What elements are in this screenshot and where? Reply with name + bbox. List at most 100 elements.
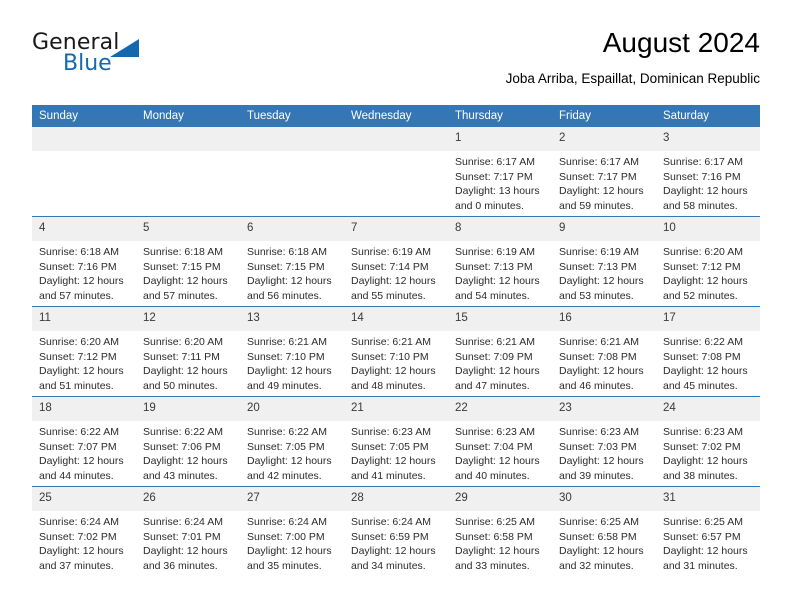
day-sun-info: Sunrise: 6:23 AM Sunset: 7:02 PM Daylight:… bbox=[656, 421, 760, 483]
calendar-day-cell[interactable]: 7 Sunrise: 6:19 AM Sunset: 7:14 PM Daylight… bbox=[344, 216, 448, 307]
sunrise-text: Sunrise: 6:21 AM bbox=[455, 336, 535, 348]
day-number: 25 bbox=[32, 487, 136, 511]
day-number: 22 bbox=[448, 397, 552, 421]
logo-text-blue: Blue bbox=[63, 51, 112, 76]
calendar-day-cell[interactable]: 8 Sunrise: 6:19 AM Sunset: 7:13 PM Daylight… bbox=[448, 216, 552, 307]
sunset-text: Sunset: 7:13 PM bbox=[455, 260, 533, 273]
day-sun-info: Sunrise: 6:20 AM Sunset: 7:11 PM Daylight:… bbox=[136, 331, 240, 393]
day-number: 24 bbox=[656, 397, 760, 421]
calendar-day-cell-empty bbox=[32, 127, 136, 217]
sunset-text: Sunset: 7:14 PM bbox=[351, 260, 429, 273]
day-number: 18 bbox=[32, 397, 136, 421]
day-number: 9 bbox=[552, 217, 656, 241]
day-number: 14 bbox=[344, 307, 448, 331]
calendar-day-cell[interactable]: 11 Sunrise: 6:20 AM Sunset: 7:12 PM Dayligh… bbox=[32, 306, 136, 397]
day-sun-info: Sunrise: 6:22 AM Sunset: 7:06 PM Daylight:… bbox=[136, 421, 240, 483]
calendar-week-row: 25 Sunrise: 6:24 AM Sunset: 7:02 PM Dayligh… bbox=[32, 486, 760, 576]
calendar-day-cell[interactable]: 21 Sunrise: 6:23 AM Sunset: 7:05 PM Dayligh… bbox=[344, 396, 448, 487]
calendar-day-cell[interactable]: 17 Sunrise: 6:22 AM Sunset: 7:08 PM Dayligh… bbox=[656, 306, 760, 397]
daylight-text: Daylight: 12 hours and 54 minutes. bbox=[455, 275, 540, 302]
day-sun-info: Sunrise: 6:24 AM Sunset: 6:59 PM Daylight:… bbox=[344, 511, 448, 573]
calendar-day-cell[interactable]: 31 Sunrise: 6:25 AM Sunset: 6:57 PM Dayligh… bbox=[656, 486, 760, 576]
daylight-text: Daylight: 12 hours and 40 minutes. bbox=[455, 455, 540, 482]
calendar-day-cell[interactable]: 16 Sunrise: 6:21 AM Sunset: 7:08 PM Dayligh… bbox=[552, 306, 656, 397]
calendar-day-cell[interactable]: 27 Sunrise: 6:24 AM Sunset: 7:00 PM Dayligh… bbox=[240, 486, 344, 576]
day-sun-info: Sunrise: 6:20 AM Sunset: 7:12 PM Daylight:… bbox=[656, 241, 760, 303]
page-title: August 2024 bbox=[602, 27, 760, 58]
day-sun-info: Sunrise: 6:17 AM Sunset: 7:16 PM Daylight:… bbox=[656, 151, 760, 213]
daylight-text: Daylight: 12 hours and 43 minutes. bbox=[143, 455, 228, 482]
sunrise-text: Sunrise: 6:23 AM bbox=[559, 426, 639, 438]
calendar-day-cell[interactable]: 19 Sunrise: 6:22 AM Sunset: 7:06 PM Dayligh… bbox=[136, 396, 240, 487]
calendar-day-cell[interactable]: 25 Sunrise: 6:24 AM Sunset: 7:02 PM Dayligh… bbox=[32, 486, 136, 576]
calendar-day-cell[interactable]: 20 Sunrise: 6:22 AM Sunset: 7:05 PM Dayligh… bbox=[240, 396, 344, 487]
calendar-day-cell[interactable]: 24 Sunrise: 6:23 AM Sunset: 7:02 PM Dayligh… bbox=[656, 396, 760, 487]
calendar-day-cell[interactable]: 28 Sunrise: 6:24 AM Sunset: 6:59 PM Dayligh… bbox=[344, 486, 448, 576]
sunset-text: Sunset: 7:16 PM bbox=[39, 260, 117, 273]
sunset-text: Sunset: 7:02 PM bbox=[663, 440, 741, 453]
daylight-text: Daylight: 12 hours and 32 minutes. bbox=[559, 545, 644, 572]
day-sun-info: Sunrise: 6:21 AM Sunset: 7:10 PM Daylight:… bbox=[240, 331, 344, 393]
sunrise-text: Sunrise: 6:21 AM bbox=[559, 336, 639, 348]
sunset-text: Sunset: 7:04 PM bbox=[455, 440, 533, 453]
daylight-text: Daylight: 12 hours and 49 minutes. bbox=[247, 365, 332, 392]
daylight-text: Daylight: 12 hours and 51 minutes. bbox=[39, 365, 124, 392]
day-number: 28 bbox=[344, 487, 448, 511]
sunset-text: Sunset: 7:05 PM bbox=[247, 440, 325, 453]
calendar-day-cell[interactable]: 10 Sunrise: 6:20 AM Sunset: 7:12 PM Dayligh… bbox=[656, 216, 760, 307]
calendar-header-row: Sunday Monday Tuesday Wednesday Thursday… bbox=[32, 105, 760, 127]
sunrise-text: Sunrise: 6:22 AM bbox=[143, 426, 223, 438]
day-number bbox=[344, 127, 448, 151]
day-number: 11 bbox=[32, 307, 136, 331]
calendar-day-cell[interactable]: 26 Sunrise: 6:24 AM Sunset: 7:01 PM Dayligh… bbox=[136, 486, 240, 576]
calendar-day-cell[interactable]: 13 Sunrise: 6:21 AM Sunset: 7:10 PM Dayligh… bbox=[240, 306, 344, 397]
calendar-day-cell[interactable]: 2 Sunrise: 6:17 AM Sunset: 7:17 PM Daylight… bbox=[552, 127, 656, 217]
sunrise-text: Sunrise: 6:17 AM bbox=[559, 156, 639, 168]
day-sun-info: Sunrise: 6:17 AM Sunset: 7:17 PM Daylight:… bbox=[448, 151, 552, 213]
calendar-day-cell[interactable]: 4 Sunrise: 6:18 AM Sunset: 7:16 PM Daylight… bbox=[32, 216, 136, 307]
sunrise-text: Sunrise: 6:18 AM bbox=[247, 246, 327, 258]
sunset-text: Sunset: 7:00 PM bbox=[247, 530, 325, 543]
sunrise-text: Sunrise: 6:24 AM bbox=[351, 516, 431, 528]
day-sun-info: Sunrise: 6:23 AM Sunset: 7:03 PM Daylight:… bbox=[552, 421, 656, 483]
day-sun-info: Sunrise: 6:18 AM Sunset: 7:15 PM Daylight:… bbox=[136, 241, 240, 303]
daylight-text: Daylight: 12 hours and 50 minutes. bbox=[143, 365, 228, 392]
daylight-text: Daylight: 12 hours and 55 minutes. bbox=[351, 275, 436, 302]
calendar-day-cell[interactable]: 30 Sunrise: 6:25 AM Sunset: 6:58 PM Dayligh… bbox=[552, 486, 656, 576]
day-number: 12 bbox=[136, 307, 240, 331]
weekday-header-wednesday: Wednesday bbox=[344, 105, 448, 127]
title-block: August 2024 Joba Arriba, Espaillat, Domi… bbox=[506, 26, 760, 88]
calendar-day-cell[interactable]: 15 Sunrise: 6:21 AM Sunset: 7:09 PM Dayligh… bbox=[448, 306, 552, 397]
daylight-text: Daylight: 12 hours and 45 minutes. bbox=[663, 365, 748, 392]
sunrise-text: Sunrise: 6:18 AM bbox=[39, 246, 119, 258]
daylight-text: Daylight: 12 hours and 39 minutes. bbox=[559, 455, 644, 482]
sunrise-text: Sunrise: 6:18 AM bbox=[143, 246, 223, 258]
calendar-week-row: 18 Sunrise: 6:22 AM Sunset: 7:07 PM Dayligh… bbox=[32, 396, 760, 487]
daylight-text: Daylight: 12 hours and 59 minutes. bbox=[559, 185, 644, 212]
daylight-text: Daylight: 12 hours and 47 minutes. bbox=[455, 365, 540, 392]
calendar-day-cell[interactable]: 5 Sunrise: 6:18 AM Sunset: 7:15 PM Daylight… bbox=[136, 216, 240, 307]
day-sun-info: Sunrise: 6:25 AM Sunset: 6:58 PM Daylight:… bbox=[552, 511, 656, 573]
sunrise-text: Sunrise: 6:23 AM bbox=[455, 426, 535, 438]
calendar-day-cell[interactable]: 14 Sunrise: 6:21 AM Sunset: 7:10 PM Dayligh… bbox=[344, 306, 448, 397]
daylight-text: Daylight: 12 hours and 33 minutes. bbox=[455, 545, 540, 572]
calendar-day-cell[interactable]: 12 Sunrise: 6:20 AM Sunset: 7:11 PM Dayligh… bbox=[136, 306, 240, 397]
calendar-day-cell[interactable]: 1 Sunrise: 6:17 AM Sunset: 7:17 PM Daylight… bbox=[448, 127, 552, 217]
day-number: 26 bbox=[136, 487, 240, 511]
sunrise-text: Sunrise: 6:19 AM bbox=[351, 246, 431, 258]
day-sun-info: Sunrise: 6:25 AM Sunset: 6:58 PM Daylight:… bbox=[448, 511, 552, 573]
calendar-day-cell[interactable]: 9 Sunrise: 6:19 AM Sunset: 7:13 PM Daylight… bbox=[552, 216, 656, 307]
calendar-day-cell[interactable]: 22 Sunrise: 6:23 AM Sunset: 7:04 PM Dayligh… bbox=[448, 396, 552, 487]
calendar-day-cell[interactable]: 6 Sunrise: 6:18 AM Sunset: 7:15 PM Daylight… bbox=[240, 216, 344, 307]
sunset-text: Sunset: 7:11 PM bbox=[143, 350, 220, 363]
general-blue-logo[interactable]: General Blue bbox=[32, 30, 252, 84]
calendar-day-cell[interactable]: 29 Sunrise: 6:25 AM Sunset: 6:58 PM Dayligh… bbox=[448, 486, 552, 576]
day-number: 13 bbox=[240, 307, 344, 331]
sunrise-text: Sunrise: 6:21 AM bbox=[351, 336, 431, 348]
day-sun-info: Sunrise: 6:22 AM Sunset: 7:08 PM Daylight:… bbox=[656, 331, 760, 393]
sunset-text: Sunset: 7:06 PM bbox=[143, 440, 221, 453]
day-number: 29 bbox=[448, 487, 552, 511]
calendar-day-cell[interactable]: 23 Sunrise: 6:23 AM Sunset: 7:03 PM Dayligh… bbox=[552, 396, 656, 487]
calendar-day-cell[interactable]: 3 Sunrise: 6:17 AM Sunset: 7:16 PM Daylight… bbox=[656, 127, 760, 217]
calendar-day-cell[interactable]: 18 Sunrise: 6:22 AM Sunset: 7:07 PM Dayligh… bbox=[32, 396, 136, 487]
